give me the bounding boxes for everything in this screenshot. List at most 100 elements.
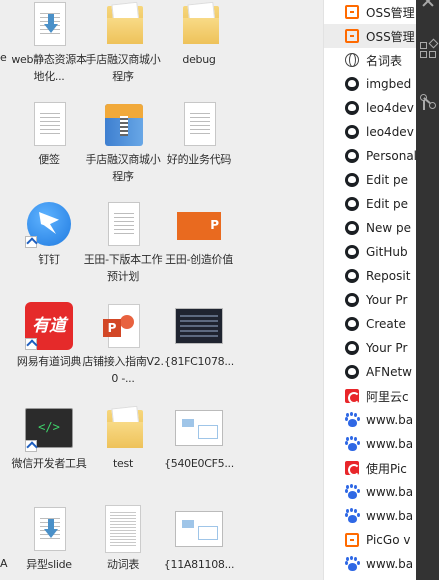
dingtalk-icon: [25, 200, 73, 248]
github-icon: [345, 77, 359, 91]
desktop-icon-notes[interactable]: 便签: [8, 100, 90, 168]
tab-item[interactable]: AFNetw: [324, 360, 416, 384]
tab-item[interactable]: Personal: [324, 144, 416, 168]
desktop-icon-label: 微信开发者工具: [11, 457, 87, 470]
tab-item[interactable]: New pe: [324, 216, 416, 240]
powerpoint-icon: [99, 302, 147, 350]
desktop-icon-image-540e[interactable]: {540E0CF5...: [158, 404, 240, 472]
desktop-icon-miniprogram-folder[interactable]: 手店融汉商城小程序: [82, 0, 164, 85]
tab-item[interactable]: imgbed: [324, 72, 416, 96]
tab-label: OSS管理: [366, 29, 415, 44]
tab-label: 名词表: [366, 53, 403, 68]
desktop-icon-debug[interactable]: debug: [158, 0, 240, 68]
tab-label: Reposit: [366, 269, 411, 283]
tab-item[interactable]: Reposit: [324, 264, 416, 288]
tab-item[interactable]: leo4dev: [324, 120, 416, 144]
tab-label: Edit pe: [366, 173, 409, 187]
baidu-icon: [345, 557, 359, 571]
tab-item[interactable]: Edit pe: [324, 168, 416, 192]
tab-label: 阿里云c: [366, 389, 409, 404]
desktop-icon-web-static[interactable]: web静态资源本地化...: [8, 0, 90, 85]
desktop-icon-good-code[interactable]: 好的业务代码: [158, 100, 240, 168]
tab-label: www.ba: [366, 557, 414, 571]
desktop-icon-store-guide[interactable]: 店铺接入指南V2.0 -...: [82, 302, 164, 387]
image-thumbnail-icon: [99, 505, 147, 553]
oss-icon: [345, 5, 359, 19]
tab-item[interactable]: OSS管理: [324, 24, 416, 48]
desktop-icon-wechat-devtools[interactable]: 微信开发者工具: [8, 404, 90, 472]
tab-label: leo4dev: [366, 101, 414, 115]
tab-label: PicGo v: [366, 533, 411, 547]
tab-item[interactable]: Your Pr: [324, 336, 416, 360]
desktop-icon-label: 手店融汉商城小程序: [85, 53, 161, 83]
desktop: e A web静态资源本地化... 手店融汉商城小程序 debug 便签 手店融…: [0, 0, 323, 580]
tab-item[interactable]: www.ba: [324, 504, 416, 528]
tab-item[interactable]: OSS管理: [324, 0, 416, 24]
tab-item[interactable]: www.ba: [324, 408, 416, 432]
desktop-edge-label: A: [0, 557, 8, 570]
globe-icon: [345, 53, 359, 67]
desktop-icon-label: 便签: [38, 153, 60, 166]
desktop-icon-verb-table[interactable]: 动词表: [82, 505, 164, 573]
tab-item[interactable]: www.ba: [324, 432, 416, 456]
github-icon: [345, 125, 359, 139]
folder-icon: [99, 404, 147, 452]
tab-label: imgbed: [366, 77, 412, 91]
desktop-icon-label: 店铺接入指南V2.0 -...: [82, 355, 164, 385]
tab-item[interactable]: 阿里云c: [324, 384, 416, 408]
document-icon: [99, 200, 147, 248]
tab-label: Your Pr: [366, 341, 408, 355]
document-download-icon: [25, 505, 73, 553]
desktop-icon-label: 王田-创造价值: [165, 253, 233, 266]
shortcut-arrow-icon: [25, 338, 37, 350]
source-control-icon[interactable]: [418, 92, 438, 112]
github-icon: [345, 245, 359, 259]
desktop-icon-image-11a8[interactable]: {11A81108...: [158, 505, 240, 573]
tab-label: www.ba: [366, 437, 414, 451]
tab-item[interactable]: Create: [324, 312, 416, 336]
desktop-icon-create-value[interactable]: 王田-创造价值: [158, 200, 240, 268]
desktop-icon-youdao[interactable]: 有道 网易有道词典: [8, 302, 90, 370]
tab-item[interactable]: www.ba: [324, 552, 416, 576]
tab-label: OSS管理: [366, 5, 415, 20]
tab-label: Personal: [366, 149, 416, 163]
github-icon: [345, 269, 359, 283]
oss-icon: [345, 29, 359, 43]
desktop-icon-label: 异型slide: [26, 558, 72, 571]
document-download-icon: [25, 0, 73, 48]
tab-label: Create: [366, 317, 406, 331]
tab-item[interactable]: www.ba: [324, 480, 416, 504]
tab-item[interactable]: Edit pe: [324, 192, 416, 216]
tab-item[interactable]: Your Pr: [324, 288, 416, 312]
tab-label: leo4dev: [366, 125, 414, 139]
desktop-icon-test[interactable]: test: [82, 404, 164, 472]
tab-item[interactable]: GitHub: [324, 240, 416, 264]
aliyun-icon: [345, 389, 360, 404]
document-icon: [175, 100, 223, 148]
desktop-icon-label: {11A81108...: [163, 558, 235, 571]
image-thumbnail-icon: [175, 505, 223, 553]
tab-label: New pe: [366, 221, 411, 235]
desktop-icon-dingtalk[interactable]: 钉钉: [8, 200, 90, 268]
extensions-icon[interactable]: [418, 38, 439, 60]
desktop-icon-label: 动词表: [106, 558, 140, 571]
tab-item[interactable]: leo4dev: [324, 96, 416, 120]
tab-item[interactable]: 使用Pic: [324, 456, 416, 480]
github-icon: [345, 341, 359, 355]
presentation-icon: [175, 200, 223, 248]
desktop-icon-image-81fc[interactable]: {81FC1078...: [158, 302, 240, 370]
archive-icon: [99, 100, 147, 148]
tab-label: www.ba: [366, 485, 414, 499]
desktop-icon-work-plan[interactable]: 王田-下版本工作预计划: [82, 200, 164, 285]
desktop-icon-shaped-slide[interactable]: 异型slide: [8, 505, 90, 573]
baidu-icon: [345, 509, 359, 523]
close-icon[interactable]: [418, 0, 438, 12]
desktop-icon-miniprogram-archive[interactable]: 手店融汉商城小程序: [82, 100, 164, 185]
github-icon: [345, 293, 359, 307]
folder-icon: [99, 0, 147, 48]
desktop-icon-label: {81FC1078...: [164, 355, 234, 368]
tab-item[interactable]: PicGo v: [324, 528, 416, 552]
github-icon: [345, 317, 359, 331]
tab-item[interactable]: 名词表: [324, 48, 416, 72]
tab-label: Edit pe: [366, 197, 409, 211]
